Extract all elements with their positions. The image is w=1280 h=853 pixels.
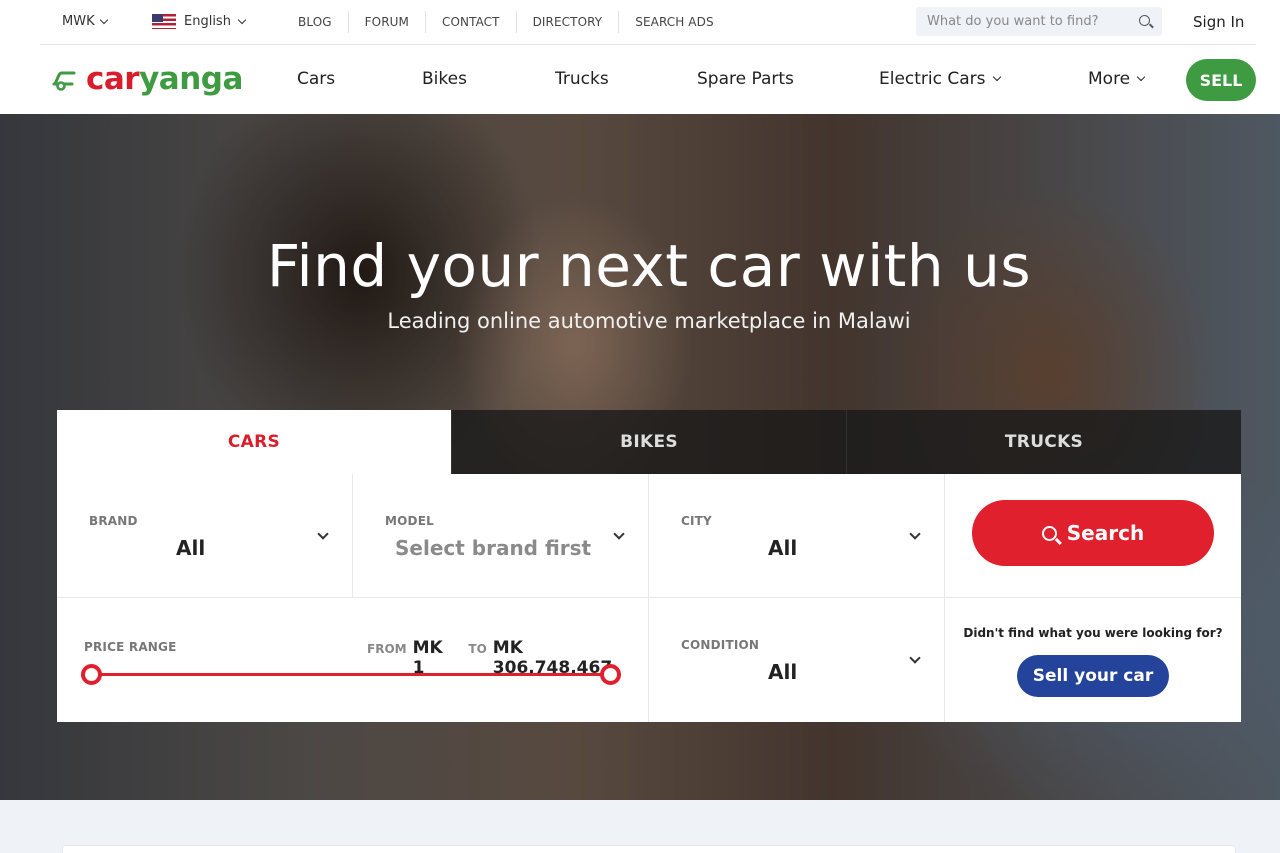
price-max-handle[interactable]	[600, 664, 621, 685]
sign-in-link[interactable]: Sign In	[1193, 13, 1244, 31]
chevron-down-icon	[237, 15, 247, 24]
sell-prompt: Didn't find what you were looking for? S…	[945, 598, 1241, 722]
site-logo[interactable]: caryanga	[52, 60, 243, 98]
language-label: English	[184, 14, 231, 29]
from-label: FROM	[367, 642, 407, 656]
nav-label: Spare Parts	[697, 69, 794, 89]
logo-word-green: yanga	[139, 61, 243, 97]
tab-cars[interactable]: CARS	[57, 410, 451, 474]
field-value: Select brand first	[395, 536, 592, 560]
language-selector[interactable]: English	[152, 14, 247, 29]
vehicle-type-tabs: CARS BIKES TRUCKS	[57, 410, 1241, 474]
search-input[interactable]	[916, 14, 1126, 29]
search-button[interactable]: Search	[972, 500, 1214, 566]
hero-title: Find your next car with us	[266, 232, 1032, 300]
hero-section: Find your next car with us Leading onlin…	[0, 114, 1280, 800]
nav-electric-cars[interactable]: Electric Cars	[879, 69, 1001, 89]
logo-word-red: car	[86, 61, 140, 97]
link-search-ads[interactable]: SEARCH ADS	[618, 11, 729, 33]
tab-trucks[interactable]: TRUCKS	[846, 410, 1241, 474]
chevron-down-icon	[613, 528, 625, 540]
sell-prompt-text: Didn't find what you were looking for?	[963, 626, 1223, 640]
price-range: PRICE RANGE FROM MK 1 TO MK 306,748,467	[57, 598, 649, 722]
search-panel: BRAND All MODEL Select brand first CITY …	[57, 474, 1241, 722]
us-flag-icon	[152, 14, 176, 29]
link-blog[interactable]: BLOG	[282, 11, 348, 33]
utility-links: BLOG FORUM CONTACT DIRECTORY SEARCH ADS	[282, 11, 730, 33]
condition-select[interactable]: CONDITION All	[649, 598, 945, 722]
search-cell: Search	[945, 474, 1241, 598]
site-search	[916, 7, 1162, 36]
price-min-handle[interactable]	[81, 664, 102, 685]
field-label: CITY	[681, 514, 712, 528]
chevron-down-icon	[99, 15, 108, 24]
link-forum[interactable]: FORUM	[347, 11, 425, 33]
price-min: MK 1	[412, 638, 443, 678]
nav-more[interactable]: More	[1088, 69, 1146, 89]
chevron-down-icon	[317, 528, 329, 540]
chevron-down-icon	[909, 528, 921, 540]
content-card	[62, 845, 1236, 853]
top-utility-bar: MWK English BLOG FORUM CONTACT DIRECTORY…	[0, 0, 1280, 45]
field-label: MODEL	[385, 514, 434, 528]
logo-wordmark: caryanga	[86, 60, 243, 98]
search-icon[interactable]	[1139, 15, 1150, 26]
field-value: All	[176, 536, 206, 560]
city-select[interactable]: CITY All	[649, 474, 945, 598]
chevron-down-icon	[992, 72, 1001, 82]
nav-trucks[interactable]: Trucks	[555, 69, 609, 89]
currency-label: MWK	[62, 14, 95, 29]
tab-bikes[interactable]: BIKES	[451, 410, 846, 474]
nav-label: Trucks	[555, 69, 609, 89]
to-label: TO	[468, 642, 487, 656]
nav-label: More	[1088, 69, 1131, 89]
nav-label: Cars	[297, 69, 336, 89]
nav-label: Electric Cars	[879, 69, 986, 89]
model-select[interactable]: MODEL Select brand first	[353, 474, 649, 598]
field-label: PRICE RANGE	[84, 640, 177, 654]
field-value: All	[768, 536, 798, 560]
sell-your-car-button[interactable]: Sell your car	[1017, 655, 1169, 697]
nav-spare-parts[interactable]: Spare Parts	[697, 69, 794, 89]
hero-subtitle: Leading online automotive marketplace in…	[387, 309, 911, 333]
chevron-down-icon	[1136, 72, 1146, 82]
nav-cars[interactable]: Cars	[297, 69, 335, 89]
chevron-down-icon	[909, 652, 921, 664]
price-slider-track[interactable]	[91, 673, 611, 676]
price-max: MK 306,748,467	[492, 638, 613, 678]
search-button-label: Search	[1066, 521, 1145, 545]
field-value: All	[768, 660, 798, 684]
search-icon	[1041, 525, 1057, 541]
nav-label: Bikes	[422, 69, 467, 89]
field-label: CONDITION	[681, 638, 760, 652]
nav-bikes[interactable]: Bikes	[422, 69, 467, 89]
field-label: BRAND	[89, 514, 138, 528]
link-contact[interactable]: CONTACT	[424, 11, 516, 33]
sell-button[interactable]: SELL	[1186, 59, 1256, 101]
link-directory[interactable]: DIRECTORY	[515, 11, 619, 33]
currency-selector[interactable]: MWK	[62, 14, 108, 29]
car-logo-icon	[52, 71, 76, 91]
main-navigation: caryanga Cars Bikes Trucks Spare Parts E…	[0, 45, 1280, 114]
brand-select[interactable]: BRAND All	[57, 474, 353, 598]
